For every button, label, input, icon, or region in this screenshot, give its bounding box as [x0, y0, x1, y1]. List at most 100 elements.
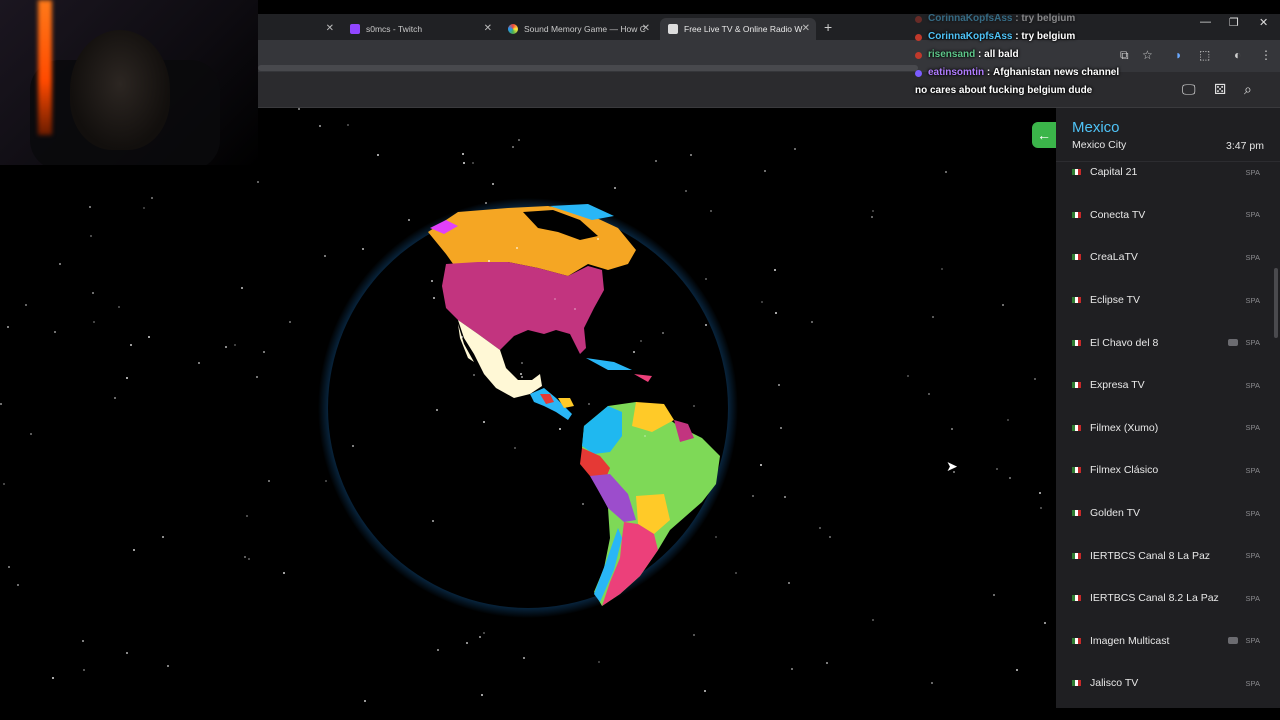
- tab-0[interactable]: ✕: [258, 18, 340, 40]
- close-icon[interactable]: ✕: [802, 23, 810, 34]
- language-badge: SPA: [1245, 167, 1260, 177]
- bookmark-star-icon[interactable]: ☆: [1142, 48, 1153, 62]
- channel-name: IERTBCS Canal 8.2 La Paz: [1090, 592, 1219, 605]
- tab-twitch[interactable]: s0mcs - Twitch ✕: [342, 18, 498, 40]
- star: [752, 495, 754, 497]
- channel-row[interactable]: Capital 21 SPA: [1056, 151, 1280, 194]
- star: [256, 376, 258, 378]
- channel-row[interactable]: Expresa TV SPA: [1056, 364, 1280, 407]
- back-button[interactable]: ←: [1032, 122, 1056, 148]
- channel-row[interactable]: Conecta TV SPA: [1056, 194, 1280, 237]
- chat-line: eatinsomtin : Afghanistan news channel: [915, 64, 1119, 82]
- restore-icon[interactable]: ❐: [1229, 16, 1239, 29]
- new-tab-plus-icon[interactable]: +: [824, 19, 832, 35]
- channel-row[interactable]: El Chavo del 8 SPA: [1056, 321, 1280, 364]
- star: [705, 278, 707, 280]
- star: [761, 301, 763, 303]
- chat-text: no cares about fucking belgium dude: [915, 85, 1093, 96]
- star: [151, 197, 153, 199]
- star: [479, 636, 481, 638]
- star: [433, 297, 435, 299]
- profile-avatar-icon[interactable]: ◐: [1234, 48, 1241, 62]
- dice-icon[interactable]: ⚄: [1214, 81, 1226, 98]
- star: [319, 125, 321, 127]
- search-icon[interactable]: ⌕: [1244, 81, 1252, 98]
- star: [1034, 378, 1036, 380]
- mouse-cursor-icon: ➤: [946, 458, 958, 474]
- webcam-overlay: [0, 0, 258, 165]
- star: [352, 445, 354, 447]
- chat-text: Afghanistan news channel: [993, 67, 1120, 78]
- close-icon[interactable]: ✕: [642, 23, 650, 34]
- window-close-icon[interactable]: ✕: [1259, 16, 1268, 29]
- monitor-icon[interactable]: 🖵: [1182, 81, 1196, 98]
- star: [1002, 304, 1004, 306]
- channel-row[interactable]: Filmex (Xumo) SPA: [1056, 407, 1280, 450]
- star: [347, 124, 349, 126]
- tab-free-live-tv[interactable]: Free Live TV & Online Radio W ✕: [660, 18, 816, 40]
- channel-row[interactable]: IERTBCS Canal 8.2 La Paz SPA: [1056, 577, 1280, 620]
- star: [780, 427, 782, 429]
- star: [126, 652, 128, 654]
- stream-chat-overlay: CorinnaKopfsAss : try belgium CorinnaKop…: [915, 10, 1119, 100]
- extension-audio-icon[interactable]: ◗: [1175, 48, 1182, 62]
- star: [521, 362, 523, 364]
- close-icon[interactable]: ✕: [484, 23, 492, 34]
- star: [198, 362, 200, 364]
- star: [521, 376, 523, 378]
- channel-row[interactable]: Golden TV SPA: [1056, 492, 1280, 535]
- star: [54, 331, 56, 333]
- channel-name: Capital 21: [1090, 166, 1138, 179]
- star: [693, 634, 695, 636]
- channel-name: CreaLaTV: [1090, 251, 1138, 264]
- channel-row[interactable]: IERTBCS Canal 8 La Paz SPA: [1056, 534, 1280, 577]
- channel-row[interactable]: Jalisco TV SPA: [1056, 662, 1280, 705]
- star: [268, 480, 270, 482]
- channel-row[interactable]: Imagen Multicast SPA: [1056, 620, 1280, 663]
- globe[interactable]: [318, 198, 738, 618]
- arrow-left-icon: ←: [1037, 127, 1051, 143]
- star: [8, 566, 10, 568]
- channel-name: Golden TV: [1090, 507, 1141, 520]
- app-header: 🖵 ⚄ ⌕: [258, 72, 1280, 108]
- star: [0, 403, 2, 405]
- address-bar[interactable]: [258, 65, 918, 71]
- star: [516, 247, 518, 249]
- menu-dots-icon[interactable]: ⋮: [1260, 48, 1272, 62]
- channel-row[interactable]: Filmex Clásico SPA: [1056, 449, 1280, 492]
- chat-line: CorinnaKopfsAss : try belgium: [915, 28, 1119, 46]
- star: [143, 207, 145, 209]
- star: [263, 351, 265, 353]
- minimize-icon[interactable]: —: [1200, 16, 1211, 28]
- channel-row[interactable]: Eclipse TV SPA: [1056, 279, 1280, 322]
- language-badge: SPA: [1245, 423, 1260, 433]
- star: [82, 640, 84, 642]
- mexico-flag-icon: [1072, 254, 1081, 261]
- star: [791, 668, 793, 670]
- space-background[interactable]: [0, 108, 1056, 720]
- star: [1044, 622, 1046, 624]
- close-icon[interactable]: ✕: [326, 23, 334, 34]
- channel-name: IERTBCS Canal 8 La Paz: [1090, 549, 1211, 562]
- tab-sound-memory[interactable]: Sound Memory Game — How C ✕: [500, 18, 656, 40]
- extensions-puzzle-icon[interactable]: ⬚: [1199, 48, 1210, 62]
- star: [167, 665, 169, 667]
- star: [520, 373, 522, 375]
- star: [523, 657, 525, 659]
- mexico-flag-icon: [1072, 211, 1081, 218]
- star: [574, 308, 576, 310]
- star: [872, 619, 874, 621]
- channel-row[interactable]: CreaLaTV SPA: [1056, 236, 1280, 279]
- panel-scrollbar[interactable]: [1274, 268, 1278, 338]
- star: [598, 661, 600, 663]
- star: [774, 269, 776, 271]
- star: [1016, 669, 1018, 671]
- star: [25, 304, 27, 306]
- globe-svg[interactable]: [318, 198, 738, 618]
- star: [819, 527, 821, 529]
- star: [951, 428, 953, 430]
- webcam-light: [38, 0, 52, 135]
- tab-title: Sound Memory Game — How C: [524, 24, 646, 34]
- star: [1009, 477, 1011, 479]
- install-app-icon[interactable]: ⧉: [1120, 48, 1129, 63]
